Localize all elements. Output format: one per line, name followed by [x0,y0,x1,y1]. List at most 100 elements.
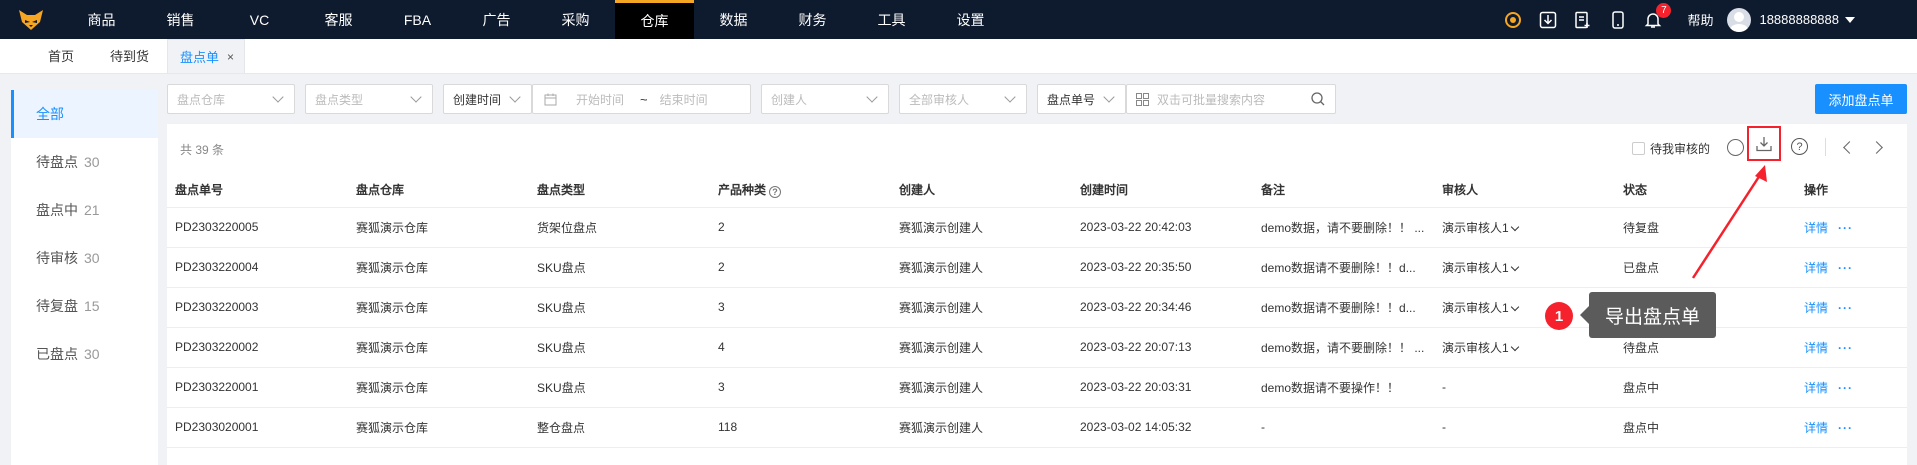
nav-item[interactable]: 销售 [141,0,220,39]
more-actions-icon[interactable]: ··· [1838,381,1853,395]
table-row[interactable]: PD2303220004 赛狐演示仓库 SKU盘点 2 赛狐演示创建人 2023-03-2… [167,247,1907,288]
next-page-icon[interactable] [1870,141,1883,154]
nav-item[interactable]: 采购 [536,0,615,39]
cell-id: PD2303020001 [167,407,348,448]
nav-item[interactable]: 设置 [931,0,1010,39]
tab-inventory-check[interactable]: 盘点单 × [167,39,246,73]
sidebar-item[interactable]: 盘点中 21 [11,186,158,234]
cell-id-text: PD2303020001 [175,420,259,434]
cell-kinds-text: 4 [718,340,725,354]
time-field-value: 创建时间 [453,92,502,107]
cell-kinds: 3 [710,287,891,328]
question-icon[interactable]: ? [769,185,782,198]
nav-item[interactable]: 财务 [773,0,852,39]
sidebar-item[interactable]: 待盘点 30 [11,138,158,186]
grid-icon[interactable] [1136,92,1149,106]
end-date-input[interactable]: 结束时间 [660,91,708,108]
cell-reviewer: - [1434,407,1615,448]
detail-link[interactable]: 详情 [1804,261,1828,275]
nav-item[interactable]: 工具 [852,0,931,39]
download-icon[interactable] [1537,9,1559,31]
add-inventory-check-button[interactable]: 添加盘点单 [1815,84,1907,114]
username[interactable]: 18888888888 [1759,12,1839,27]
chevron-down-icon[interactable] [1510,262,1519,271]
chevron-down-icon[interactable] [1510,222,1519,231]
more-actions-icon[interactable]: ··· [1838,261,1853,275]
cell-kinds: 2 [710,247,891,288]
detail-link[interactable]: 详情 [1804,341,1828,355]
table-row[interactable]: PD2303220001 赛狐演示仓库 SKU盘点 3 赛狐演示创建人 2023-03-2… [167,367,1907,408]
column-header-label: 盘点类型 [537,182,586,197]
nav-item[interactable]: 商品 [62,0,141,39]
search-icon[interactable] [1311,92,1325,106]
app-logo[interactable] [0,0,62,39]
type-select[interactable]: 盘点类型 [305,84,433,114]
help-link[interactable]: 帮助 [1687,10,1713,29]
tab-pending-arrival[interactable]: 待到货 [92,38,167,73]
tab-home[interactable]: 首页 [30,38,92,73]
detail-link[interactable]: 详情 [1804,381,1828,395]
chevron-down-icon[interactable] [1510,342,1519,351]
main-menu: 商品 销售 VC 客服 FBA 广告 采购 仓库 数据 财务 工具 设置 [62,0,1010,39]
refresh-circle-icon[interactable] [1727,139,1744,156]
user-menu-chevron-down-icon[interactable] [1845,16,1855,23]
search-input[interactable]: 双击可批量搜索内容 [1126,84,1336,114]
detail-link[interactable]: 详情 [1804,421,1828,435]
cell-note: - [1253,407,1434,448]
column-header-label: 盘点仓库 [356,182,405,197]
cell-created-text: 2023-03-22 20:07:13 [1080,340,1192,354]
chevron-down-icon[interactable] [1510,302,1519,311]
more-actions-icon[interactable]: ··· [1838,341,1853,355]
time-field-select[interactable]: 创建时间 [443,84,532,114]
sidebar-item[interactable]: 待审核 30 [11,234,158,282]
creator-select[interactable]: 创建人 [761,84,889,114]
close-icon[interactable]: × [227,50,234,64]
tab-label: 盘点单 [180,50,220,65]
nav-item[interactable]: 广告 [457,0,536,39]
calendar-icon [544,93,557,106]
detail-link[interactable]: 详情 [1804,221,1828,235]
sidebar-item[interactable]: 已盘点 30 [11,330,158,378]
start-date-input[interactable]: 开始时间 [576,91,638,108]
cell-reviewer[interactable]: 演示审核人1 [1434,247,1615,288]
warehouse-select-placeholder: 盘点仓库 [177,92,226,107]
detail-link[interactable]: 详情 [1804,301,1828,315]
cell-reviewer[interactable]: 演示审核人1 [1434,327,1615,368]
avatar[interactable] [1727,7,1752,32]
cell-reviewer[interactable]: 演示审核人1 [1434,207,1615,248]
sidebar-item[interactable]: 待复盘 15 [11,282,158,330]
nav-item[interactable]: FBA [378,0,457,39]
nav-item[interactable]: VC [220,0,299,39]
warehouse-select[interactable]: 盘点仓库 [167,84,295,114]
nav-item[interactable]: 数据 [694,0,773,39]
document-add-icon[interactable] [1572,9,1594,31]
reviewer-select[interactable]: 全部审核人 [899,84,1027,114]
search-field-select[interactable]: 盘点单号 [1037,84,1126,114]
cell-reviewer: - [1434,367,1615,408]
nav-item[interactable]: 仓库 [615,0,694,39]
status-icon[interactable] [1502,9,1524,31]
sidebar-item[interactable]: 全部 [11,90,158,138]
pending-my-review-filter[interactable]: 待我审核的 [1632,140,1710,157]
cell-kinds-text: 2 [718,220,725,234]
bell-icon[interactable]: 7 [1642,2,1672,31]
prev-page-icon[interactable] [1843,141,1856,154]
callout-arrow-icon [1691,165,1767,279]
checkbox[interactable] [1632,142,1645,155]
date-range-picker[interactable]: 开始时间 ~ 结束时间 [532,84,751,114]
table-row[interactable]: PD2303020001 赛狐演示仓库 整仓盘点 118 赛狐演示创建人 2023-03-… [167,407,1907,448]
cell-id: PD2303220005 [167,207,348,248]
type-select-placeholder: 盘点类型 [315,92,364,107]
export-button[interactable] [1747,126,1781,161]
question-icon[interactable]: ? [1791,138,1808,155]
mobile-icon[interactable] [1607,9,1629,31]
cell-warehouse: 赛狐演示仓库 [348,407,529,448]
nav-item[interactable]: 客服 [299,0,378,39]
cell-type: SKU盘点 [529,367,710,408]
cell-note-text: demo数据请不要操作！！ [1261,380,1400,395]
more-actions-icon[interactable]: ··· [1838,221,1853,235]
table-row[interactable]: PD2303220005 赛狐演示仓库 货架位盘点 2 赛狐演示创建人 2023-03-2… [167,207,1907,248]
more-actions-icon[interactable]: ··· [1838,421,1853,435]
more-actions-icon[interactable]: ··· [1838,301,1853,315]
sidebar-item-label: 全部 [36,106,64,122]
